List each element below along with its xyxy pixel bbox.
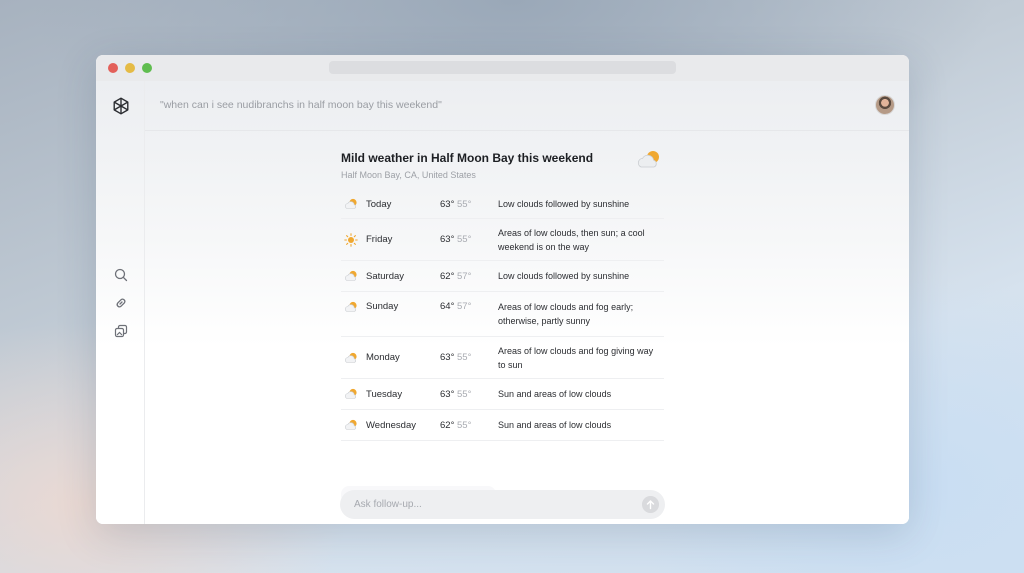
forecast-temps: 63° 55° [440,234,471,245]
link-icon[interactable] [113,295,129,311]
low-temp: 57° [457,301,472,312]
partly-cloudy-icon [637,151,659,168]
forecast-description: Areas of low clouds and fog early; other… [498,302,634,326]
search-icon[interactable] [113,267,129,283]
forecast-day: Today [366,198,392,210]
low-temp: 55° [457,198,472,210]
low-temp: 55° [457,419,472,431]
low-temp: 57° [457,270,472,282]
minimize-window-button[interactable] [125,63,135,73]
forecast-row-tuesday: Tuesday 63° 55° Sun and areas of low clo… [341,379,664,410]
forecast-row-saturday: Saturday 62° 57° Low clouds followed by … [341,261,664,292]
forecast-temps: 64° 57° [440,301,471,312]
gallery-icon[interactable] [113,323,129,339]
high-temp: 64° [440,301,455,312]
forecast-temps: 63° 55° [440,352,471,363]
weather-title: Mild weather in Half Moon Bay this weeke… [341,151,594,165]
query-bar: "when can i see nudibranchs in half moon… [145,81,909,131]
forecast-row-sunday: Sunday 64° 57° Areas of low clouds and f… [341,292,664,337]
search-query-text[interactable]: "when can i see nudibranchs in half moon… [160,99,442,111]
forecast-day: Monday [366,352,400,363]
openai-logo-icon[interactable] [110,95,132,117]
forecast-row-friday: Friday 63° 55° Areas of low clouds, then… [341,219,664,261]
partly-cloudy-icon [345,352,357,363]
address-bar[interactable] [329,61,676,74]
high-temp: 63° [440,234,455,245]
sidebar [96,81,145,524]
partly-cloudy-icon [345,198,357,209]
forecast-description: Areas of low clouds and fog giving way t… [498,345,654,370]
browser-window: "when can i see nudibranchs in half moon… [96,55,909,524]
forecast-description: Sun and areas of low clouds [498,420,612,430]
forecast-description: Low clouds followed by sunshine [498,271,630,281]
high-temp: 63° [440,352,455,363]
forecast-day: Saturday [366,270,405,282]
forecast-day: Sunday [366,301,399,312]
high-temp: 62° [440,270,455,282]
maximize-window-button[interactable] [142,63,152,73]
follow-up-bar [340,490,665,519]
forecast-row-monday: Monday 63° 55° Areas of low clouds and f… [341,337,664,379]
weather-card: Mild weather in Half Moon Bay this weeke… [341,151,664,441]
title-bar [96,55,909,81]
high-temp: 62° [440,419,455,431]
forecast-day: Friday [366,234,393,245]
forecast-day: Tuesday [366,388,403,400]
low-temp: 55° [457,388,472,400]
app-body: "when can i see nudibranchs in half moon… [96,81,909,524]
partly-cloudy-icon [345,388,357,399]
partly-cloudy-icon [345,270,357,281]
forecast-temps: 63° 55° [440,199,471,210]
user-avatar[interactable] [875,95,895,115]
forecast-list: Today 63° 55° Low clouds followed by sun… [341,190,664,441]
forecast-temps: 63° 55° [440,389,471,400]
low-temp: 55° [457,352,472,363]
low-temp: 55° [457,234,472,245]
high-temp: 63° [440,388,455,400]
sun-icon [344,232,358,247]
forecast-temps: 62° 55° [440,420,471,431]
follow-up-input[interactable] [354,497,624,512]
partly-cloudy-icon [345,301,357,312]
forecast-description: Low clouds followed by sunshine [498,199,630,209]
forecast-row-today: Today 63° 55° Low clouds followed by sun… [341,190,664,219]
high-temp: 63° [440,198,455,210]
close-window-button[interactable] [108,63,118,73]
forecast-day: Wednesday [366,419,416,431]
forecast-description: Areas of low clouds, then sun; a cool we… [498,227,645,252]
forecast-temps: 62° 57° [440,271,471,282]
weather-location: Half Moon Bay, CA, United States [341,170,476,180]
forecast-description: Sun and areas of low clouds [498,389,612,399]
forecast-row-wednesday: Wednesday 62° 55° Sun and areas of low c… [341,410,664,441]
send-arrow-icon[interactable] [642,496,659,513]
partly-cloudy-icon [345,419,357,430]
